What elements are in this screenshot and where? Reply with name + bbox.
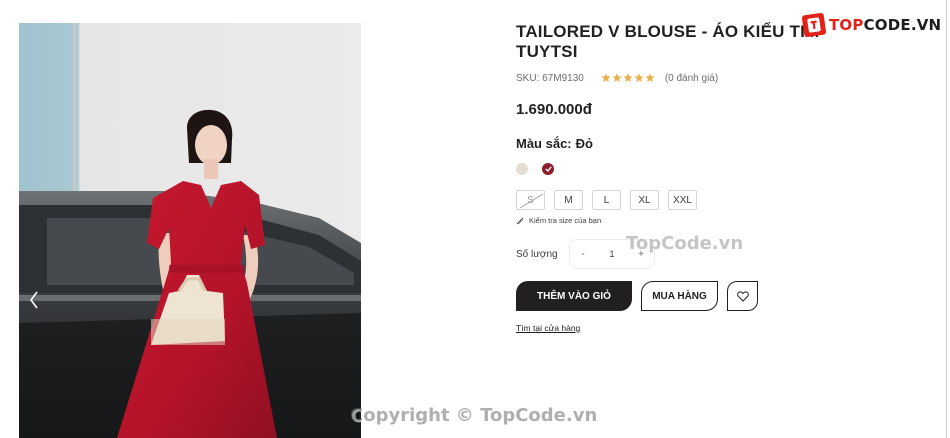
product-meta: SKU: 67M9130 (0 đánh giá) <box>516 71 936 85</box>
star-icon <box>623 73 633 82</box>
size-option-l[interactable]: L <box>592 190 621 210</box>
watermark-copyright: Copyright © TopCode.vn <box>350 405 598 426</box>
color-label-row: Màu sắc: Đỏ <box>516 136 936 151</box>
heart-icon <box>736 290 749 302</box>
unavailable-strike-icon <box>519 193 544 209</box>
add-to-cart-button[interactable]: THÊM VÀO GIỎ <box>516 281 632 311</box>
quantity-decrease-button[interactable]: - <box>570 240 596 268</box>
review-count[interactable]: (0 đánh giá) <box>665 73 718 84</box>
star-icon <box>645 73 655 82</box>
wishlist-button[interactable] <box>727 281 758 311</box>
logo-suffix: CODE.VN <box>863 16 942 34</box>
quantity-input[interactable]: 1 <box>596 249 628 259</box>
star-icon <box>634 73 644 82</box>
size-option-m[interactable]: M <box>554 190 583 210</box>
color-label: Màu sắc: <box>516 136 572 151</box>
topcode-logo-text: TOPCODE.VN <box>829 16 941 34</box>
gallery-prev-button[interactable] <box>23 285 45 315</box>
logo-prefix: TOP <box>829 16 864 34</box>
watermark-middle: TopCode.vn <box>626 233 744 254</box>
quantity-label: Số lượng <box>516 248 558 260</box>
star-icon <box>612 73 622 82</box>
size-label: XXL <box>673 194 692 206</box>
size-label: M <box>564 194 573 206</box>
chevron-left-icon <box>30 291 38 309</box>
size-option-xxl[interactable]: XXL <box>668 190 697 210</box>
topcode-logo-icon <box>801 12 827 38</box>
star-icon <box>601 73 611 82</box>
size-guide-text: Kiểm tra size của bạn <box>529 216 602 225</box>
check-icon <box>544 166 552 172</box>
product-image[interactable] <box>19 23 361 438</box>
product-photo <box>19 23 361 438</box>
size-options: S M L XL XXL <box>516 190 936 210</box>
product-sku: SKU: 67M9130 <box>516 72 584 84</box>
color-swatch-red[interactable] <box>542 163 554 175</box>
size-label: XL <box>638 194 651 206</box>
color-selected-name: Đỏ <box>575 136 593 151</box>
size-label: L <box>603 194 610 206</box>
find-in-store-link[interactable]: Tìm tại cửa hàng <box>516 323 580 333</box>
color-swatch-beige[interactable] <box>516 163 528 175</box>
size-option-xl[interactable]: XL <box>630 190 659 210</box>
purchase-actions: THÊM VÀO GIỎ MUA HÀNG <box>516 281 936 311</box>
page-border <box>946 0 947 438</box>
ruler-icon <box>516 217 524 224</box>
rating-stars <box>601 73 656 83</box>
topcode-logo: TOPCODE.VN <box>801 10 941 40</box>
size-guide-link[interactable]: Kiểm tra size của bạn <box>516 216 936 225</box>
buy-now-button[interactable]: MUA HÀNG <box>641 281 718 311</box>
color-swatches <box>516 162 936 176</box>
size-option-s[interactable]: S <box>516 190 545 210</box>
product-price: 1.690.000đ <box>516 101 592 118</box>
product-info: TAILORED V BLOUSE - ÁO KIỂU TIM TUYTSI S… <box>516 22 936 336</box>
